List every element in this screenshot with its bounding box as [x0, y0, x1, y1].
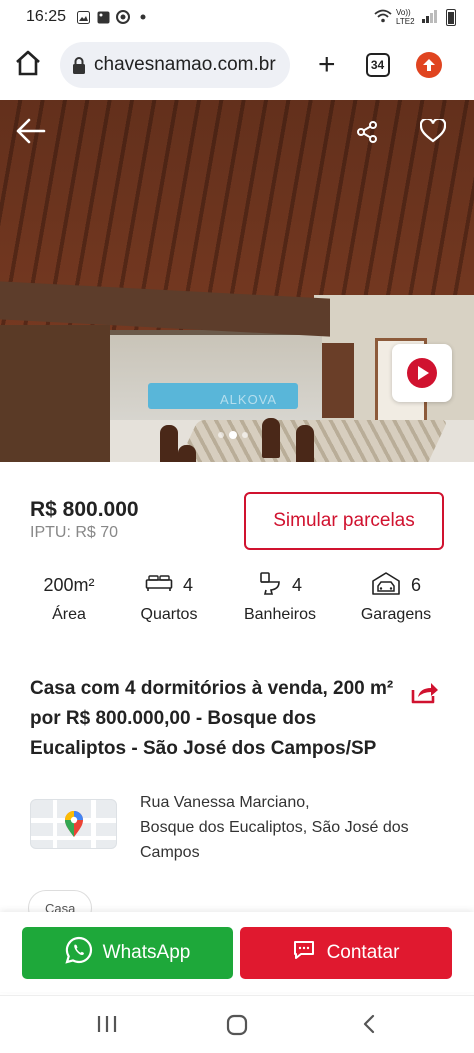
whatsapp-icon [65, 936, 93, 970]
price: R$ 800.000 [30, 498, 139, 521]
home-circle-icon[interactable] [226, 1014, 248, 1041]
share-listing-icon[interactable] [411, 680, 439, 709]
recent-apps-icon[interactable] [96, 1014, 118, 1039]
feature-bedrooms: 4 Quartos [134, 572, 204, 624]
whatsapp-button[interactable]: WhatsApp [22, 927, 233, 979]
chrome-notification-icon [116, 10, 131, 24]
gallery-pagination [218, 431, 248, 439]
url-text: chavesnamao.com.br [94, 54, 276, 75]
contact-action-bar: WhatsApp Contatar [0, 912, 474, 992]
network-label: Vo)) LTE2 [396, 8, 415, 26]
feature-area: 200m² Área [34, 572, 104, 624]
address-neighborhood: Bosque dos Eucaliptos, São José dos [140, 819, 409, 836]
signal-icon [422, 9, 438, 25]
system-navigation-bar [0, 995, 474, 1053]
address-street: Rua Vanessa Marciano, [140, 794, 310, 811]
browser-toolbar: chavesnamao.com.br + 34 [0, 34, 474, 96]
garages-label: Garagens [360, 606, 432, 623]
area-label: Área [52, 606, 86, 623]
status-bar: 16:25 Vo)) LTE2 [0, 0, 474, 34]
lock-icon [72, 56, 86, 74]
chat-icon [293, 940, 315, 966]
address-city: Campos [140, 844, 200, 861]
gallery-dot[interactable] [218, 432, 224, 438]
simulate-installments-button[interactable]: Simular parcelas [244, 492, 444, 550]
bedrooms-label: Quartos [140, 606, 198, 623]
photo-watermark: ALKOVA [220, 392, 278, 407]
listing-details: R$ 800.000 IPTU: R$ 70 Simular parcelas … [0, 462, 474, 926]
garages-value: 6 [410, 574, 421, 595]
bed-icon [145, 574, 173, 597]
tab-switcher-button[interactable]: 34 [365, 53, 390, 77]
toilet-icon [258, 571, 282, 600]
contact-button[interactable]: Contatar [240, 927, 452, 979]
system-back-icon[interactable] [362, 1014, 376, 1039]
status-time: 16:25 [26, 8, 67, 25]
map-pin-icon [64, 810, 84, 843]
whatsapp-label: WhatsApp [102, 942, 191, 963]
area-value: 200m² [43, 574, 95, 595]
listing-title: Casa com 4 dormitórios à venda, 200 m² p… [30, 678, 394, 759]
video-play-button[interactable] [392, 344, 452, 402]
bedrooms-value: 4 [182, 574, 193, 595]
contact-label: Contatar [326, 942, 400, 963]
wifi-icon [374, 9, 392, 25]
iptu-value: IPTU: R$ 70 [30, 524, 119, 541]
feature-bathrooms: 4 Banheiros [240, 571, 320, 624]
garage-icon [371, 571, 401, 600]
gallery-notification-icon [76, 10, 90, 24]
map-thumbnail[interactable] [30, 799, 117, 849]
gallery-dot-active[interactable] [229, 431, 237, 439]
photo-gallery[interactable]: ALKOVA [0, 100, 474, 462]
new-tab-button[interactable]: + [318, 50, 336, 80]
more-notifications-icon [136, 10, 150, 24]
home-icon[interactable] [14, 50, 42, 81]
features-row: 200m² Área 4 Quartos 4 Banheiros 6 Garag… [0, 571, 474, 632]
bathrooms-value: 4 [291, 574, 302, 595]
update-arrow-icon[interactable] [415, 52, 442, 78]
image-notification-icon [96, 10, 110, 24]
feature-garages: 6 Garagens [356, 571, 436, 624]
url-bar[interactable]: chavesnamao.com.br [60, 42, 290, 88]
bathrooms-label: Banheiros [243, 606, 317, 623]
heart-icon[interactable] [419, 117, 447, 148]
address[interactable]: Rua Vanessa Marciano, Bosque dos Eucalip… [140, 790, 450, 865]
play-icon [407, 358, 437, 388]
share-icon[interactable] [355, 120, 379, 149]
gallery-dot[interactable] [242, 432, 248, 438]
battery-icon [446, 8, 456, 26]
back-arrow-icon[interactable] [16, 118, 46, 149]
